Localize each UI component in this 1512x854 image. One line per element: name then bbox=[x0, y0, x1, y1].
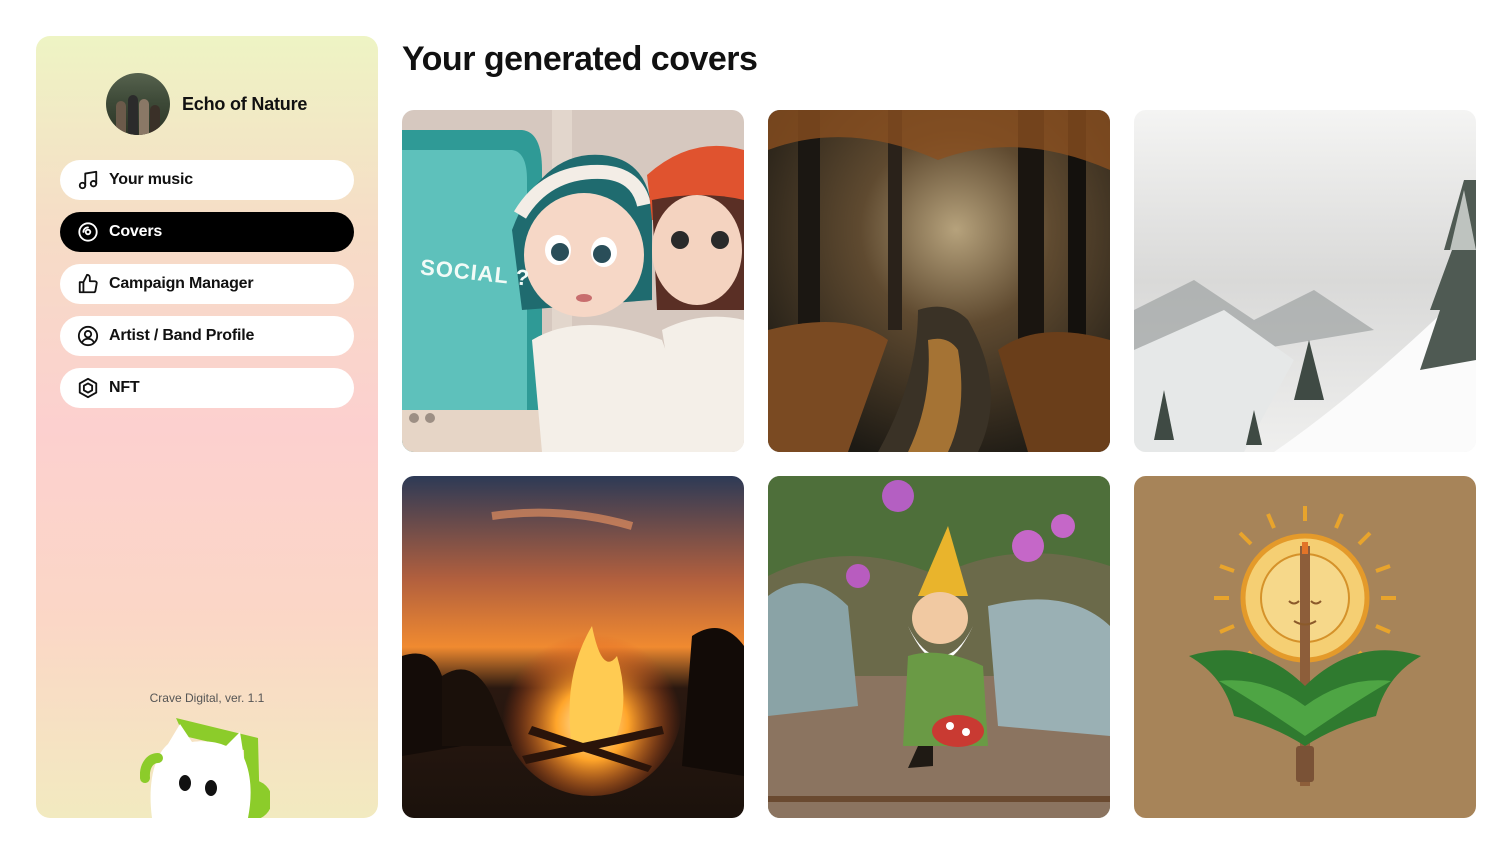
nav-item-nft[interactable]: NFT bbox=[60, 368, 354, 408]
cover-autumn-forest-stream[interactable] bbox=[768, 110, 1110, 452]
nav-item-your-music[interactable]: Your music bbox=[60, 160, 354, 200]
nav-item-campaign-manager[interactable]: Campaign Manager bbox=[60, 264, 354, 304]
user-circle-icon bbox=[77, 325, 99, 347]
nav-label: Your music bbox=[109, 171, 193, 188]
cat-note-mascot-icon bbox=[140, 718, 270, 818]
sidebar-nav: Your music Covers Campaign Manager Artis… bbox=[60, 160, 354, 420]
disc-icon bbox=[78, 222, 98, 242]
sidebar: Echo of Nature Your music Covers Campaig… bbox=[36, 36, 378, 818]
cover-sun-guitar-emblem[interactable] bbox=[1134, 476, 1476, 818]
nav-label: Covers bbox=[109, 223, 163, 240]
thumbs-up-icon bbox=[78, 273, 98, 294]
artist-name: Echo of Nature bbox=[182, 93, 308, 114]
cover-retro-tv-girls[interactable]: SOCIAL ? bbox=[402, 110, 744, 452]
music-note-icon bbox=[78, 170, 98, 190]
nft-hexagon-icon bbox=[78, 377, 98, 399]
artist-profile-header[interactable]: Echo of Nature bbox=[106, 73, 307, 135]
page-title: Your generated covers bbox=[402, 40, 758, 78]
nav-label: NFT bbox=[109, 379, 140, 396]
cover-campfire-sunset[interactable] bbox=[402, 476, 744, 818]
avatar bbox=[106, 73, 170, 135]
covers-grid: SOCIAL ? bbox=[402, 110, 1476, 818]
cover-snowy-mountains[interactable] bbox=[1134, 110, 1476, 452]
nav-item-artist-band-profile[interactable]: Artist / Band Profile bbox=[60, 316, 354, 356]
nav-label: Campaign Manager bbox=[109, 275, 254, 292]
nav-label: Artist / Band Profile bbox=[109, 327, 255, 344]
cover-garden-gnome[interactable] bbox=[768, 476, 1110, 818]
nav-item-covers[interactable]: Covers bbox=[60, 212, 354, 252]
app-version: Crave Digital, ver. 1.1 bbox=[149, 691, 265, 705]
